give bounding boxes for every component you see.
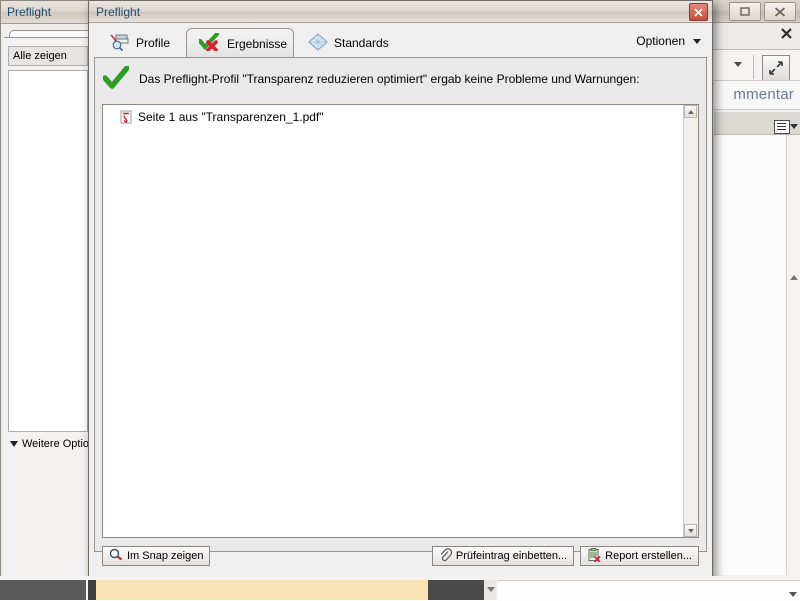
bottom-chevron-down-icon[interactable] [789,592,797,597]
chevron-down-icon [693,38,701,44]
bottom-right-area [498,580,800,601]
bottom-dark-divider [88,580,96,600]
background-window-controls[interactable] [729,2,796,21]
bottom-status-strip [0,576,800,601]
list-view-icon[interactable] [774,120,790,134]
standards-diamond-icon [308,32,328,54]
dialog-titlebar: Preflight [89,1,712,23]
preflight-results-dialog[interactable]: Preflight Profile Ergebnisse Standards O… [88,0,713,596]
results-panel: Das Preflight-Profil "Transparenz reduzi… [94,57,707,566]
list-view-chevron-down-icon[interactable] [790,124,798,129]
show-all-label: Alle zeigen [13,50,67,62]
toolbar-divider [753,55,754,79]
results-check-icon [197,31,221,54]
preflight-profiles-window[interactable]: Preflight Profile Alle zeigen Weitere Op… [0,0,93,578]
profiles-window-title: Preflight [7,5,52,19]
tree-scrollbar[interactable] [683,105,698,537]
bottom-scroll-arrow[interactable] [484,580,496,600]
tab-ergebnisse-label: Ergebnisse [227,36,288,51]
tab-profile[interactable]: Profile [98,28,186,58]
tree-node-page[interactable]: Seite 1 aus "Transparenzen_1.pdf" [103,108,683,126]
profiles-window-titlebar: Preflight [1,1,91,24]
more-options-toggle[interactable]: Weitere Optio [10,438,92,450]
tree-node-container: Seite 1 aus "Transparenzen_1.pdf" [103,108,683,126]
pdf-icon [119,110,135,124]
profile-icon [110,33,130,54]
restore-button[interactable] [729,2,761,21]
expand-arrows-button[interactable] [762,55,790,81]
bottom-dark-block-left [0,580,86,600]
scroll-down-arrow-icon[interactable] [684,524,697,537]
tab-profile-label: Profile [136,36,171,50]
profiles-list[interactable] [8,70,88,432]
dialog-close-button[interactable] [689,3,708,21]
tab-standards[interactable]: Standards [296,28,406,58]
status-text: Das Preflight-Profil "Transparenz reduzi… [139,72,640,86]
options-menu[interactable]: Optionen [636,34,701,48]
toolbar-chevron-down-icon[interactable] [734,62,742,67]
bottom-page-thumbnail [96,580,428,600]
dialog-title: Preflight [96,4,141,19]
options-menu-label: Optionen [636,34,685,48]
scroll-up-arrow-icon[interactable] [788,271,799,282]
scroll-up-arrow-icon[interactable] [684,105,697,118]
right-scrollbar[interactable] [786,135,800,575]
panel-close-icon[interactable] [781,28,792,42]
green-check-icon [102,64,130,93]
comment-panel-label: mmentar [733,86,794,103]
results-tree[interactable]: Seite 1 aus "Transparenzen_1.pdf" [102,104,699,538]
show-all-dropdown[interactable]: Alle zeigen [8,46,88,66]
tree-node-label: Seite 1 aus "Transparenzen_1.pdf" [138,110,324,124]
close-button[interactable] [764,2,796,21]
bottom-dark-block-right [428,580,484,600]
document-area [714,135,787,575]
more-options-label: Weitere Optio [22,438,90,450]
dialog-tabstrip[interactable]: Profile Ergebnisse Standards Optionen [94,26,707,58]
status-message: Das Preflight-Profil "Transparenz reduzi… [95,58,706,100]
profiles-window-body: Alle zeigen Weitere Optio [4,37,92,576]
tab-standards-label: Standards [334,36,389,50]
dialog-content: Profile Ergebnisse Standards Optionen Da… [94,26,709,596]
triangle-down-icon [10,441,18,447]
tab-ergebnisse[interactable]: Ergebnisse [186,28,294,58]
